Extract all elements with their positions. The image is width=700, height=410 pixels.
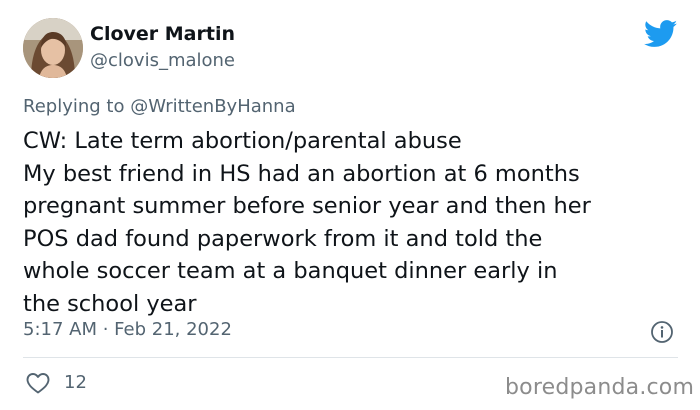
tweet-timestamp[interactable]: 5:17 AM · Feb 21, 2022 [23,319,232,340]
reply-prefix: Replying to [23,96,125,117]
reply-context: Replying to @WrittenByHanna [23,96,296,117]
author-display-name[interactable]: Clover Martin [90,23,235,45]
tweet-text-line: whole soccer team at a banquet dinner ea… [23,258,558,284]
info-icon[interactable] [650,320,674,344]
tweet-text-line: CW: Late term abortion/parental abuse [23,128,462,154]
like-count: 12 [64,372,87,393]
divider [23,357,678,358]
tweet-text-line: pregnant summer before senior year and t… [23,193,591,219]
tweet-text: CW: Late term abortion/parental abuse My… [23,125,683,320]
tweet-text-line: POS dad found paperwork from it and told… [23,225,543,252]
twitter-bird-icon[interactable] [643,20,678,48]
tweet-text-line: the school year [23,290,197,317]
heart-icon[interactable] [25,371,51,395]
avatar-photo [23,18,83,78]
tweet-text-line: My best friend in HS had an abortion at … [23,160,580,187]
watermark: boredpanda.com [505,375,695,400]
avatar[interactable] [23,18,83,78]
author-handle[interactable]: @clovis_malone [90,50,235,71]
reply-mention-link[interactable]: @WrittenByHanna [130,96,295,117]
